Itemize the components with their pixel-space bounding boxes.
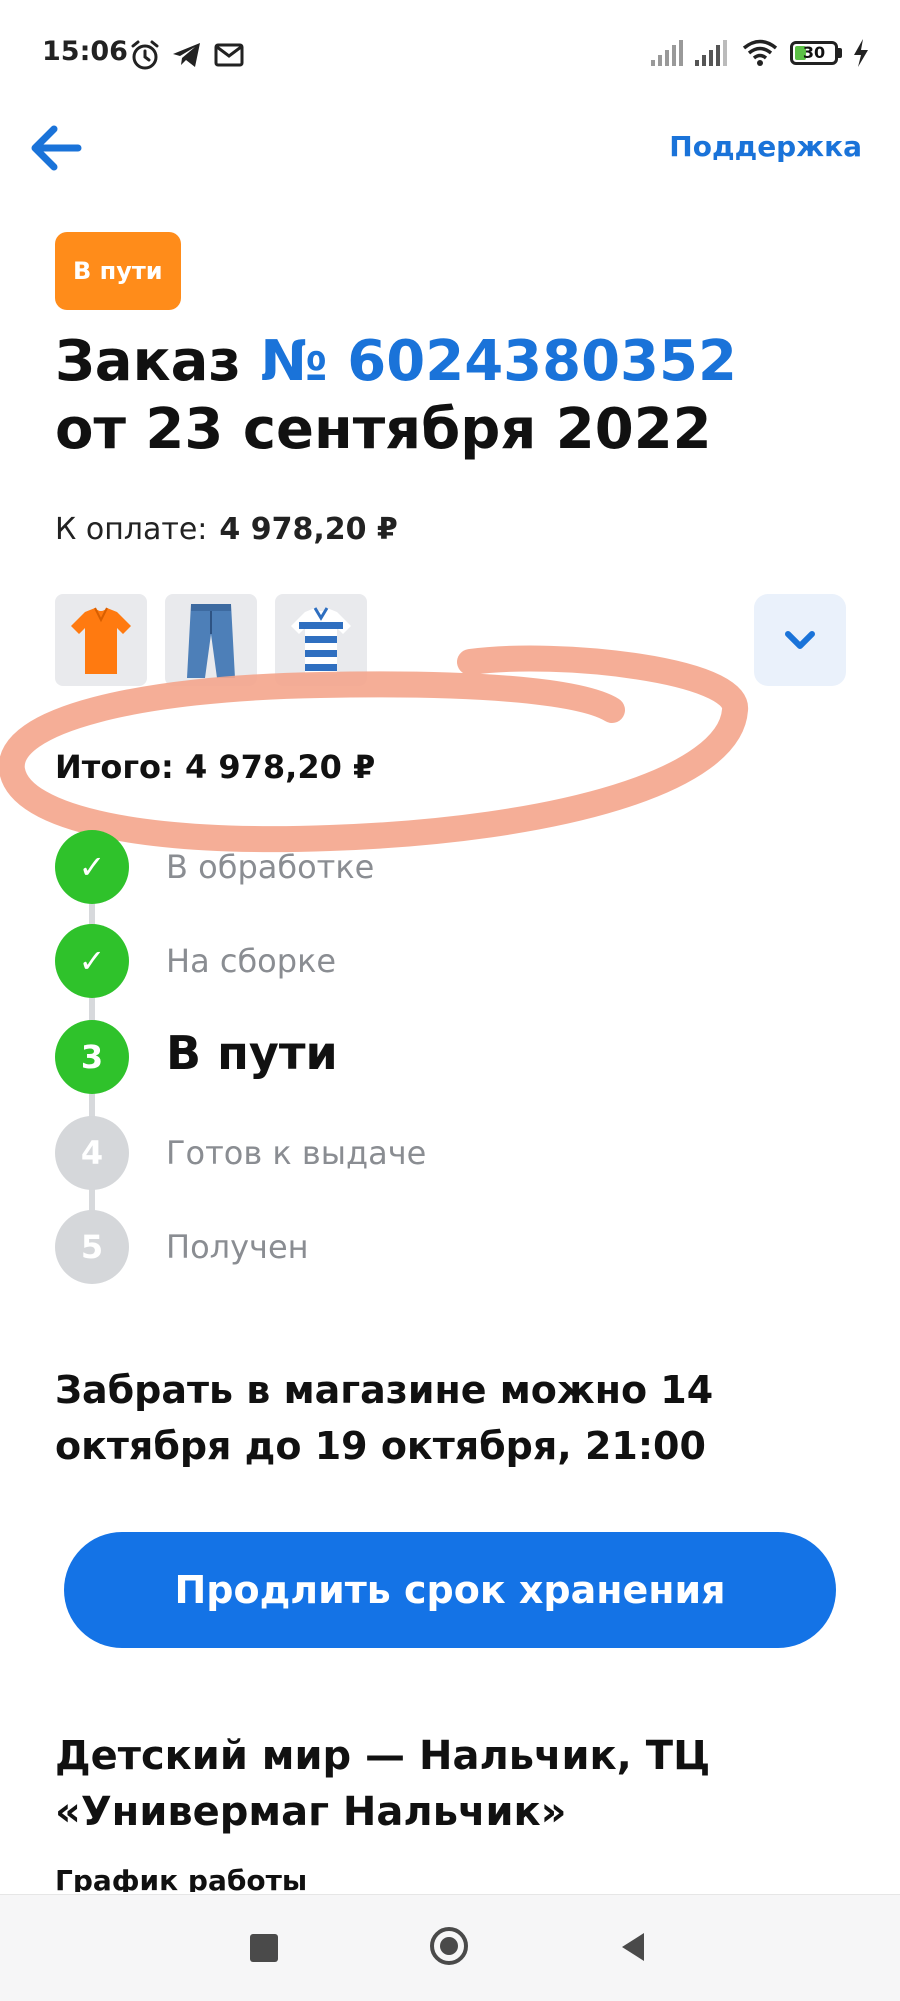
order-title-prefix: Заказ <box>55 329 241 394</box>
home-icon-dot <box>440 1937 458 1955</box>
timeline-step-4-label: Готов к выдаче <box>166 1134 427 1172</box>
timeline-step-5-marker: 5 <box>55 1210 129 1284</box>
support-link[interactable]: Поддержка <box>669 130 862 163</box>
home-icon[interactable] <box>430 1927 468 1965</box>
recents-icon[interactable] <box>250 1934 278 1962</box>
timeline-step-2-label: На сборке <box>166 942 337 980</box>
signal-icon <box>695 40 727 66</box>
mail-icon <box>214 43 244 67</box>
timeline-step-4-marker: 4 <box>55 1116 129 1190</box>
pickup-note: Забрать в магазине можно 14 октября до 1… <box>55 1368 714 1468</box>
timeline-step-1-label: В обработке <box>166 848 375 886</box>
order-date: от 23 сентября 2022 <box>55 397 712 462</box>
payment-amount: 4 978,20 ₽ <box>219 512 398 547</box>
battery-icon: 30 <box>790 41 838 65</box>
status-bar: 15:06 30 <box>0 0 900 100</box>
page-title: Заказ № 6024380352 от 23 сентября 2022 <box>55 328 875 464</box>
payment-row: К оплате: 4 978,20 ₽ <box>55 512 398 547</box>
chevron-down-icon <box>785 631 815 649</box>
order-number[interactable]: № 6024380352 <box>260 329 737 394</box>
alarm-icon <box>131 40 159 70</box>
arrow-left-icon[interactable] <box>28 122 82 174</box>
telegram-icon <box>173 43 200 67</box>
extend-storage-button[interactable]: Продлить срок хранения <box>64 1532 836 1648</box>
signal-icon <box>651 40 683 66</box>
timeline-step-2-marker: ✓ <box>55 924 129 998</box>
status-badge: В пути <box>55 232 181 310</box>
timeline-step-3-marker: 3 <box>55 1020 129 1094</box>
working-hours-label[interactable]: График работы <box>55 1864 307 1892</box>
battery-level: 30 <box>802 43 826 62</box>
payment-label: К оплате: <box>55 512 208 547</box>
wifi-icon <box>742 39 778 66</box>
store-name: Детский мир — Нальчик, ТЦ «Универмаг Нал… <box>55 1733 711 1835</box>
timeline-step-3-label: В пути <box>166 1026 338 1080</box>
battery-tip <box>838 48 842 58</box>
timeline-step-1-marker: ✓ <box>55 830 129 904</box>
order-total: Итого: 4 978,20 ₽ <box>55 748 376 786</box>
status-time: 15:06 <box>42 36 128 67</box>
charging-icon <box>854 39 868 67</box>
back-triangle-icon[interactable] <box>618 1930 648 1964</box>
expand-items-button[interactable] <box>754 594 846 686</box>
timeline-step-5-label: Получен <box>166 1228 309 1266</box>
